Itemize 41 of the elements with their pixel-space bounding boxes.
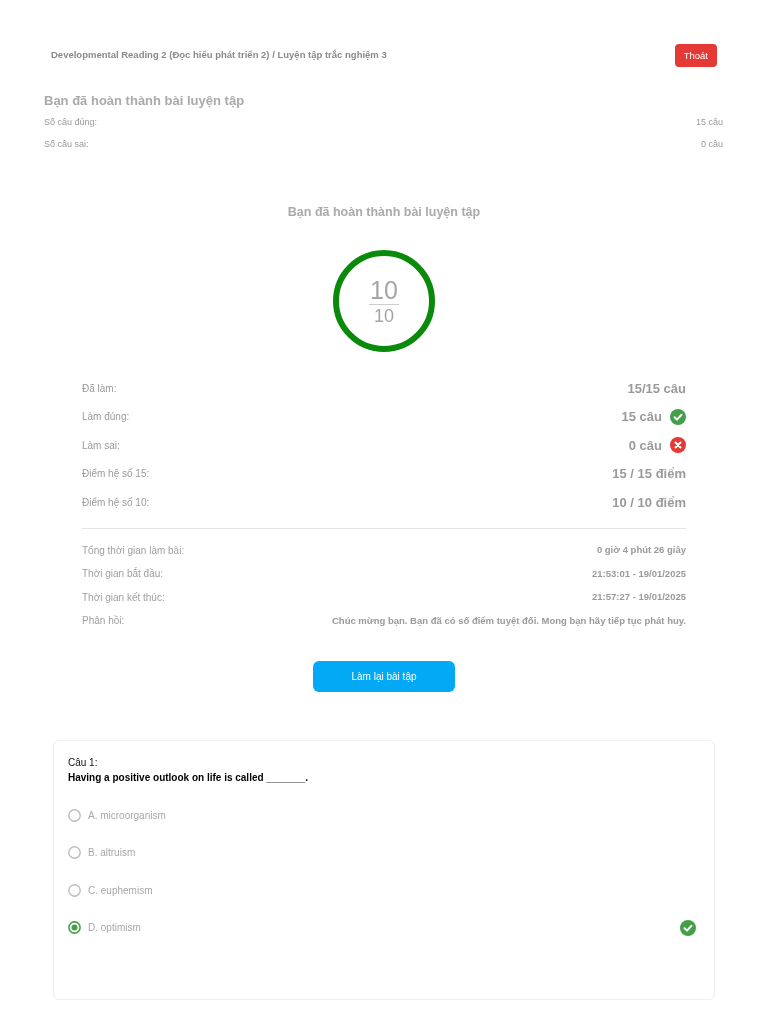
summary-label: Số câu đúng: bbox=[44, 116, 98, 130]
stat-label: Làm đúng: bbox=[82, 410, 130, 425]
stat-label: Làm sai: bbox=[82, 438, 120, 453]
check-icon bbox=[670, 408, 686, 425]
cross-icon bbox=[670, 437, 686, 454]
summary-value: 0 câu bbox=[700, 138, 723, 152]
radio-button[interactable] bbox=[68, 883, 81, 897]
detail-value: 0 giờ 4 phút 26 giây bbox=[596, 543, 686, 558]
stat-label: Đã làm: bbox=[82, 381, 117, 396]
option-label[interactable]: D. optimism bbox=[88, 920, 141, 936]
retry-button[interactable]: Làm lại bài tập bbox=[313, 660, 455, 692]
radio-button[interactable] bbox=[68, 808, 81, 822]
summary-title: Bạn đã hoàn thành bài luyện tập bbox=[44, 92, 245, 110]
question-number: Câu 1: bbox=[68, 755, 99, 770]
stat-value: 15/15 câu bbox=[627, 379, 686, 398]
stat-label: Điểm hệ số 10: bbox=[82, 495, 150, 510]
option-label[interactable]: B. altruism bbox=[88, 845, 136, 861]
result-title: Bạn đã hoàn thành bài luyện tập bbox=[287, 204, 481, 221]
question-text: Having a positive outlook on life is called _______. bbox=[68, 770, 310, 785]
radio-button[interactable] bbox=[68, 921, 81, 935]
detail-label: Thời gian kết thúc: bbox=[82, 590, 165, 605]
stat-value: 15 câu bbox=[621, 408, 662, 426]
score-value: 10 bbox=[370, 277, 398, 303]
radio-button[interactable] bbox=[68, 846, 81, 860]
stat-value: 10 / 10 điểm bbox=[612, 493, 686, 512]
score-total: 10 bbox=[374, 307, 394, 325]
detail-label: Tổng thời gian làm bài: bbox=[82, 543, 185, 558]
detail-label: Phản hồi: bbox=[82, 614, 125, 629]
detail-value: 21:53:01 - 19/01/2025 bbox=[591, 566, 686, 581]
stat-value: 15 / 15 điểm bbox=[612, 465, 686, 483]
detail-value: Chúc mừng bạn. Bạn đã có số điểm tuyệt đối. Mong bạn hãy tiếp tục phát huy. bbox=[332, 613, 686, 628]
stat-label: Điểm hệ số 15: bbox=[82, 467, 150, 482]
option-label[interactable]: C. euphemism bbox=[88, 882, 153, 898]
detail-value: 21:57:27 - 19/01/2025 bbox=[591, 590, 686, 605]
breadcrumb: Developmental Reading 2 (Đọc hiểu phát triển 2) / Luyện tập trắc nghiệm 3 bbox=[51, 48, 387, 63]
stat-value: 0 câu bbox=[628, 436, 662, 455]
exit-button[interactable]: Thoát bbox=[674, 44, 717, 67]
summary-value: 15 câu bbox=[695, 116, 723, 130]
option-label[interactable]: A. microorganism bbox=[88, 807, 166, 823]
detail-label: Thời gian bắt đầu: bbox=[82, 566, 164, 582]
summary-label: Số câu sai: bbox=[44, 138, 89, 152]
